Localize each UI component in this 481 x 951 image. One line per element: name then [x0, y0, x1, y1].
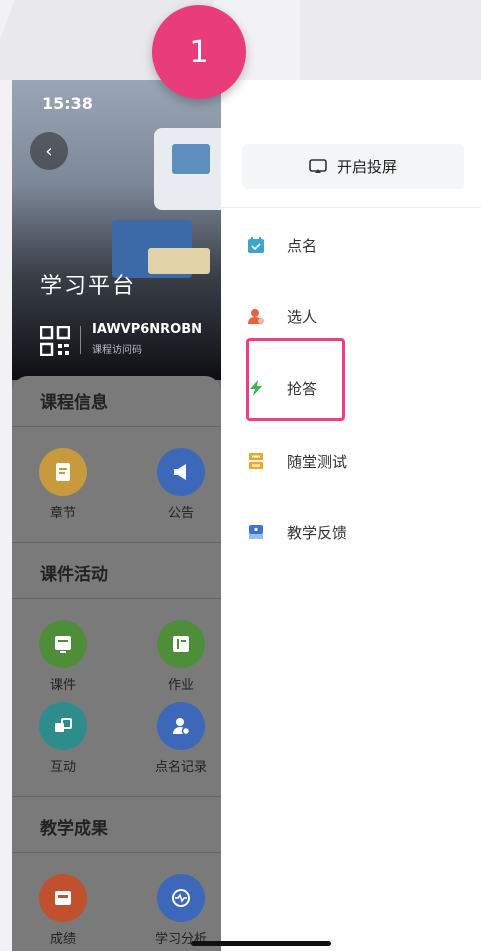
divider: [221, 207, 481, 208]
course-sections: 课程信息 章节 公告 课件活动 课件 作业 互动 点名记录 教学成果 成绩 学习…: [12, 376, 221, 951]
analysis-icon[interactable]: [157, 874, 205, 922]
image-icon: [172, 144, 210, 174]
section-title-teaching-results: 教学成果: [40, 819, 108, 839]
homework-icon[interactable]: [157, 620, 205, 668]
score-icon[interactable]: [39, 874, 87, 922]
course-code: IAWVP6NROBN: [92, 322, 203, 337]
announcement-icon[interactable]: [157, 448, 205, 496]
step-number: 1: [189, 34, 209, 70]
announcement-label: 公告: [167, 506, 194, 521]
book-illustration: [148, 248, 210, 274]
menu-item-rollcall[interactable]: 点名: [247, 230, 317, 260]
section-title-courseware-activities: 课件活动: [40, 565, 108, 585]
courseware-label: 课件: [49, 678, 76, 693]
divider: [12, 852, 221, 853]
divider: [12, 796, 221, 797]
divider: [12, 542, 221, 543]
highlight-box: [246, 338, 345, 421]
course-title: 学习平台: [40, 274, 137, 299]
divider: [12, 598, 221, 599]
chevron-left-icon: ‹: [45, 140, 53, 162]
course-page: 15:38 ‹ 学习平台 IAWVP6NROBN 课程访问码 课程信息 章节 公…: [12, 80, 221, 951]
page: { "step_badge": "1", "status_bar": { "ti…: [0, 0, 481, 951]
back-button[interactable]: ‹: [30, 132, 68, 170]
interaction-label: 互动: [49, 760, 76, 775]
screen-cast-button[interactable]: 开启投屏: [242, 144, 464, 189]
screen-cast-label: 开启投屏: [336, 158, 397, 176]
menu-item-label: 点名: [287, 236, 318, 255]
side-drawer: 开启投屏 点名 选人 抢答 随堂测试 教学反馈: [221, 80, 481, 951]
menu-item-quiz[interactable]: 随堂测试: [247, 446, 347, 476]
menu-item-feedback[interactable]: 教学反馈: [247, 517, 347, 547]
step-badge: 1: [152, 5, 246, 99]
user-pick-icon: [248, 309, 264, 324]
menu-item-label: 教学反馈: [287, 523, 348, 542]
score-label: 成绩: [49, 932, 76, 947]
screen-cast-icon: [309, 158, 327, 173]
background-shape: [300, 0, 481, 80]
chapter-icon[interactable]: [39, 448, 87, 496]
divider: [80, 326, 81, 354]
status-time: 15:38: [42, 94, 93, 113]
course-code-label: 课程访问码: [92, 345, 142, 356]
menu-item-pick-person[interactable]: 选人: [247, 301, 317, 331]
feedback-icon: [249, 525, 263, 539]
interaction-icon[interactable]: [39, 702, 87, 750]
courseware-icon[interactable]: [39, 620, 87, 668]
calendar-icon: [248, 237, 264, 253]
homework-label: 作业: [167, 678, 194, 693]
home-indicator[interactable]: [191, 941, 331, 946]
phone-screen: 15:38 ‹ 学习平台 IAWVP6NROBN 课程访问码 课程信息 章节 公…: [12, 80, 481, 951]
rollcall-record-label: 点名记录: [154, 760, 207, 775]
qr-code-icon[interactable]: [40, 326, 70, 356]
menu-item-label: 随堂测试: [287, 452, 348, 471]
section-title-course-info: 课程信息: [40, 393, 108, 413]
rollcall-record-icon[interactable]: [157, 702, 205, 750]
divider: [12, 426, 221, 427]
chapter-label: 章节: [49, 506, 76, 521]
quiz-icon: [249, 453, 263, 469]
menu-item-label: 选人: [287, 307, 318, 326]
